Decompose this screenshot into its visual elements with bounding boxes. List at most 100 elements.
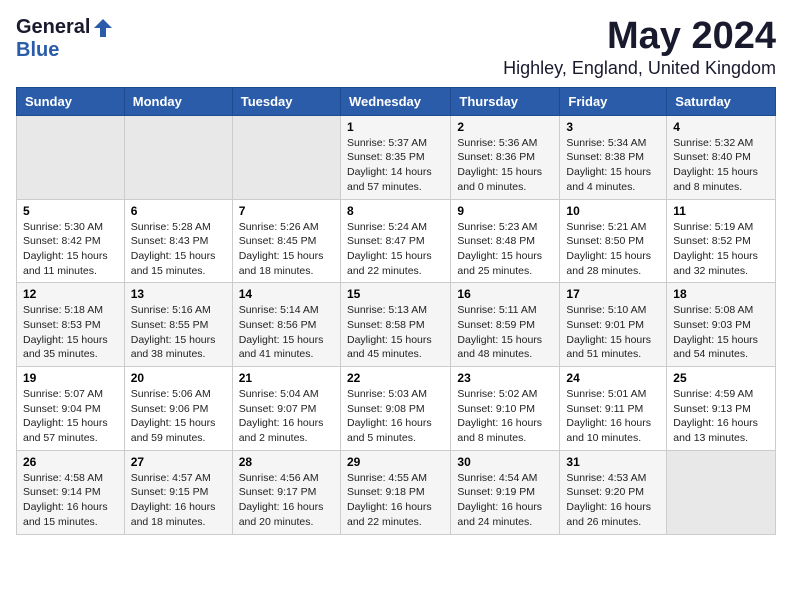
day-cell: 31Sunrise: 4:53 AM Sunset: 9:20 PM Dayli… (560, 450, 667, 534)
day-info: Sunrise: 4:56 AM Sunset: 9:17 PM Dayligh… (239, 471, 334, 530)
day-number: 7 (239, 204, 334, 218)
day-number: 27 (131, 455, 226, 469)
day-number: 30 (457, 455, 553, 469)
day-cell (124, 115, 232, 199)
day-info: Sunrise: 5:04 AM Sunset: 9:07 PM Dayligh… (239, 387, 334, 446)
column-header-tuesday: Tuesday (232, 87, 340, 115)
day-info: Sunrise: 5:34 AM Sunset: 8:38 PM Dayligh… (566, 136, 660, 195)
day-number: 25 (673, 371, 769, 385)
day-cell: 8 Sunrise: 5:24 AM Sunset: 8:47 PM Daylig… (340, 199, 450, 283)
day-cell: 3Sunrise: 5:34 AM Sunset: 8:38 PM Daylig… (560, 115, 667, 199)
day-info: Sunrise: 5:21 AM Sunset: 8:50 PM Dayligh… (566, 220, 660, 279)
day-cell: 20 Sunrise: 5:06 AM Sunset: 9:06 PM Dayli… (124, 367, 232, 451)
day-cell: 12 Sunrise: 5:18 AM Sunset: 8:53 PM Dayli… (17, 283, 125, 367)
day-number: 8 (347, 204, 444, 218)
day-number: 31 (566, 455, 660, 469)
day-number: 24 (566, 371, 660, 385)
week-row-5: 26 Sunrise: 4:58 AM Sunset: 9:14 PM Dayli… (17, 450, 776, 534)
day-info: Sunrise: 4:54 AM Sunset: 9:19 PM Dayligh… (457, 471, 553, 530)
day-info: Sunrise: 4:55 AM Sunset: 9:18 PM Dayligh… (347, 471, 444, 530)
header-row: SundayMondayTuesdayWednesdayThursdayFrid… (17, 87, 776, 115)
day-cell: 25 Sunrise: 4:59 AM Sunset: 9:13 PM Dayli… (667, 367, 776, 451)
day-number: 22 (347, 371, 444, 385)
day-cell: 6Sunrise: 5:28 AM Sunset: 8:43 PM Daylig… (124, 199, 232, 283)
day-cell: 11 Sunrise: 5:19 AM Sunset: 8:52 PM Dayli… (667, 199, 776, 283)
title-area: May 2024 Highley, England, United Kingdo… (503, 16, 776, 79)
day-cell: 24 Sunrise: 5:01 AM Sunset: 9:11 PM Dayli… (560, 367, 667, 451)
day-number: 11 (673, 204, 769, 218)
day-cell: 14 Sunrise: 5:14 AM Sunset: 8:56 PM Dayli… (232, 283, 340, 367)
day-number: 28 (239, 455, 334, 469)
day-number: 16 (457, 287, 553, 301)
week-row-2: 5Sunrise: 5:30 AM Sunset: 8:42 PM Daylig… (17, 199, 776, 283)
day-number: 13 (131, 287, 226, 301)
day-info: Sunrise: 5:37 AM Sunset: 8:35 PM Dayligh… (347, 136, 444, 195)
week-row-4: 19Sunrise: 5:07 AM Sunset: 9:04 PM Dayli… (17, 367, 776, 451)
day-info: Sunrise: 5:06 AM Sunset: 9:06 PM Dayligh… (131, 387, 226, 446)
calendar-table: SundayMondayTuesdayWednesdayThursdayFrid… (16, 87, 776, 535)
day-cell: 5Sunrise: 5:30 AM Sunset: 8:42 PM Daylig… (17, 199, 125, 283)
day-info: Sunrise: 5:10 AM Sunset: 9:01 PM Dayligh… (566, 303, 660, 362)
day-info: Sunrise: 5:14 AM Sunset: 8:56 PM Dayligh… (239, 303, 334, 362)
day-info: Sunrise: 5:13 AM Sunset: 8:58 PM Dayligh… (347, 303, 444, 362)
week-row-3: 12 Sunrise: 5:18 AM Sunset: 8:53 PM Dayli… (17, 283, 776, 367)
day-number: 12 (23, 287, 118, 301)
day-info: Sunrise: 4:58 AM Sunset: 9:14 PM Dayligh… (23, 471, 118, 530)
day-cell: 2 Sunrise: 5:36 AM Sunset: 8:36 PM Daylig… (451, 115, 560, 199)
day-info: Sunrise: 5:36 AM Sunset: 8:36 PM Dayligh… (457, 136, 553, 195)
day-info: Sunrise: 5:01 AM Sunset: 9:11 PM Dayligh… (566, 387, 660, 446)
day-cell: 17 Sunrise: 5:10 AM Sunset: 9:01 PM Dayli… (560, 283, 667, 367)
day-cell: 4 Sunrise: 5:32 AM Sunset: 8:40 PM Daylig… (667, 115, 776, 199)
header: General Blue May 2024 Highley, England, … (16, 16, 776, 79)
day-number: 14 (239, 287, 334, 301)
column-header-saturday: Saturday (667, 87, 776, 115)
day-cell (667, 450, 776, 534)
day-cell: 16Sunrise: 5:11 AM Sunset: 8:59 PM Dayli… (451, 283, 560, 367)
day-cell: 19Sunrise: 5:07 AM Sunset: 9:04 PM Dayli… (17, 367, 125, 451)
day-cell: 21 Sunrise: 5:04 AM Sunset: 9:07 PM Dayli… (232, 367, 340, 451)
day-number: 2 (457, 120, 553, 134)
day-info: Sunrise: 5:32 AM Sunset: 8:40 PM Dayligh… (673, 136, 769, 195)
logo-icon (92, 17, 114, 39)
day-number: 15 (347, 287, 444, 301)
day-number: 17 (566, 287, 660, 301)
day-number: 21 (239, 371, 334, 385)
day-info: Sunrise: 5:08 AM Sunset: 9:03 PM Dayligh… (673, 303, 769, 362)
day-info: Sunrise: 5:30 AM Sunset: 8:42 PM Dayligh… (23, 220, 118, 279)
day-info: Sunrise: 5:02 AM Sunset: 9:10 PM Dayligh… (457, 387, 553, 446)
column-header-monday: Monday (124, 87, 232, 115)
day-cell: 13Sunrise: 5:16 AM Sunset: 8:55 PM Dayli… (124, 283, 232, 367)
day-info: Sunrise: 5:18 AM Sunset: 8:53 PM Dayligh… (23, 303, 118, 362)
day-cell: 27 Sunrise: 4:57 AM Sunset: 9:15 PM Dayli… (124, 450, 232, 534)
day-cell: 30 Sunrise: 4:54 AM Sunset: 9:19 PM Dayli… (451, 450, 560, 534)
day-info: Sunrise: 5:28 AM Sunset: 8:43 PM Dayligh… (131, 220, 226, 279)
day-number: 20 (131, 371, 226, 385)
day-cell: 26 Sunrise: 4:58 AM Sunset: 9:14 PM Dayli… (17, 450, 125, 534)
day-info: Sunrise: 4:57 AM Sunset: 9:15 PM Dayligh… (131, 471, 226, 530)
day-cell: 23 Sunrise: 5:02 AM Sunset: 9:10 PM Dayli… (451, 367, 560, 451)
day-info: Sunrise: 5:23 AM Sunset: 8:48 PM Dayligh… (457, 220, 553, 279)
day-cell: 7Sunrise: 5:26 AM Sunset: 8:45 PM Daylig… (232, 199, 340, 283)
day-number: 4 (673, 120, 769, 134)
day-cell: 15 Sunrise: 5:13 AM Sunset: 8:58 PM Dayli… (340, 283, 450, 367)
day-cell: 29Sunrise: 4:55 AM Sunset: 9:18 PM Dayli… (340, 450, 450, 534)
day-number: 23 (457, 371, 553, 385)
logo: General Blue (16, 16, 114, 62)
day-info: Sunrise: 4:59 AM Sunset: 9:13 PM Dayligh… (673, 387, 769, 446)
day-cell: 10Sunrise: 5:21 AM Sunset: 8:50 PM Dayli… (560, 199, 667, 283)
logo-blue-text: Blue (16, 39, 59, 62)
week-row-1: 1 Sunrise: 5:37 AM Sunset: 8:35 PM Daylig… (17, 115, 776, 199)
day-number: 26 (23, 455, 118, 469)
day-number: 18 (673, 287, 769, 301)
day-info: Sunrise: 5:07 AM Sunset: 9:04 PM Dayligh… (23, 387, 118, 446)
day-info: Sunrise: 5:24 AM Sunset: 8:47 PM Dayligh… (347, 220, 444, 279)
column-header-thursday: Thursday (451, 87, 560, 115)
day-number: 1 (347, 120, 444, 134)
day-info: Sunrise: 5:19 AM Sunset: 8:52 PM Dayligh… (673, 220, 769, 279)
column-header-wednesday: Wednesday (340, 87, 450, 115)
day-cell: 18 Sunrise: 5:08 AM Sunset: 9:03 PM Dayli… (667, 283, 776, 367)
column-header-friday: Friday (560, 87, 667, 115)
day-cell: 1 Sunrise: 5:37 AM Sunset: 8:35 PM Daylig… (340, 115, 450, 199)
day-cell: 28 Sunrise: 4:56 AM Sunset: 9:17 PM Dayli… (232, 450, 340, 534)
day-cell (17, 115, 125, 199)
